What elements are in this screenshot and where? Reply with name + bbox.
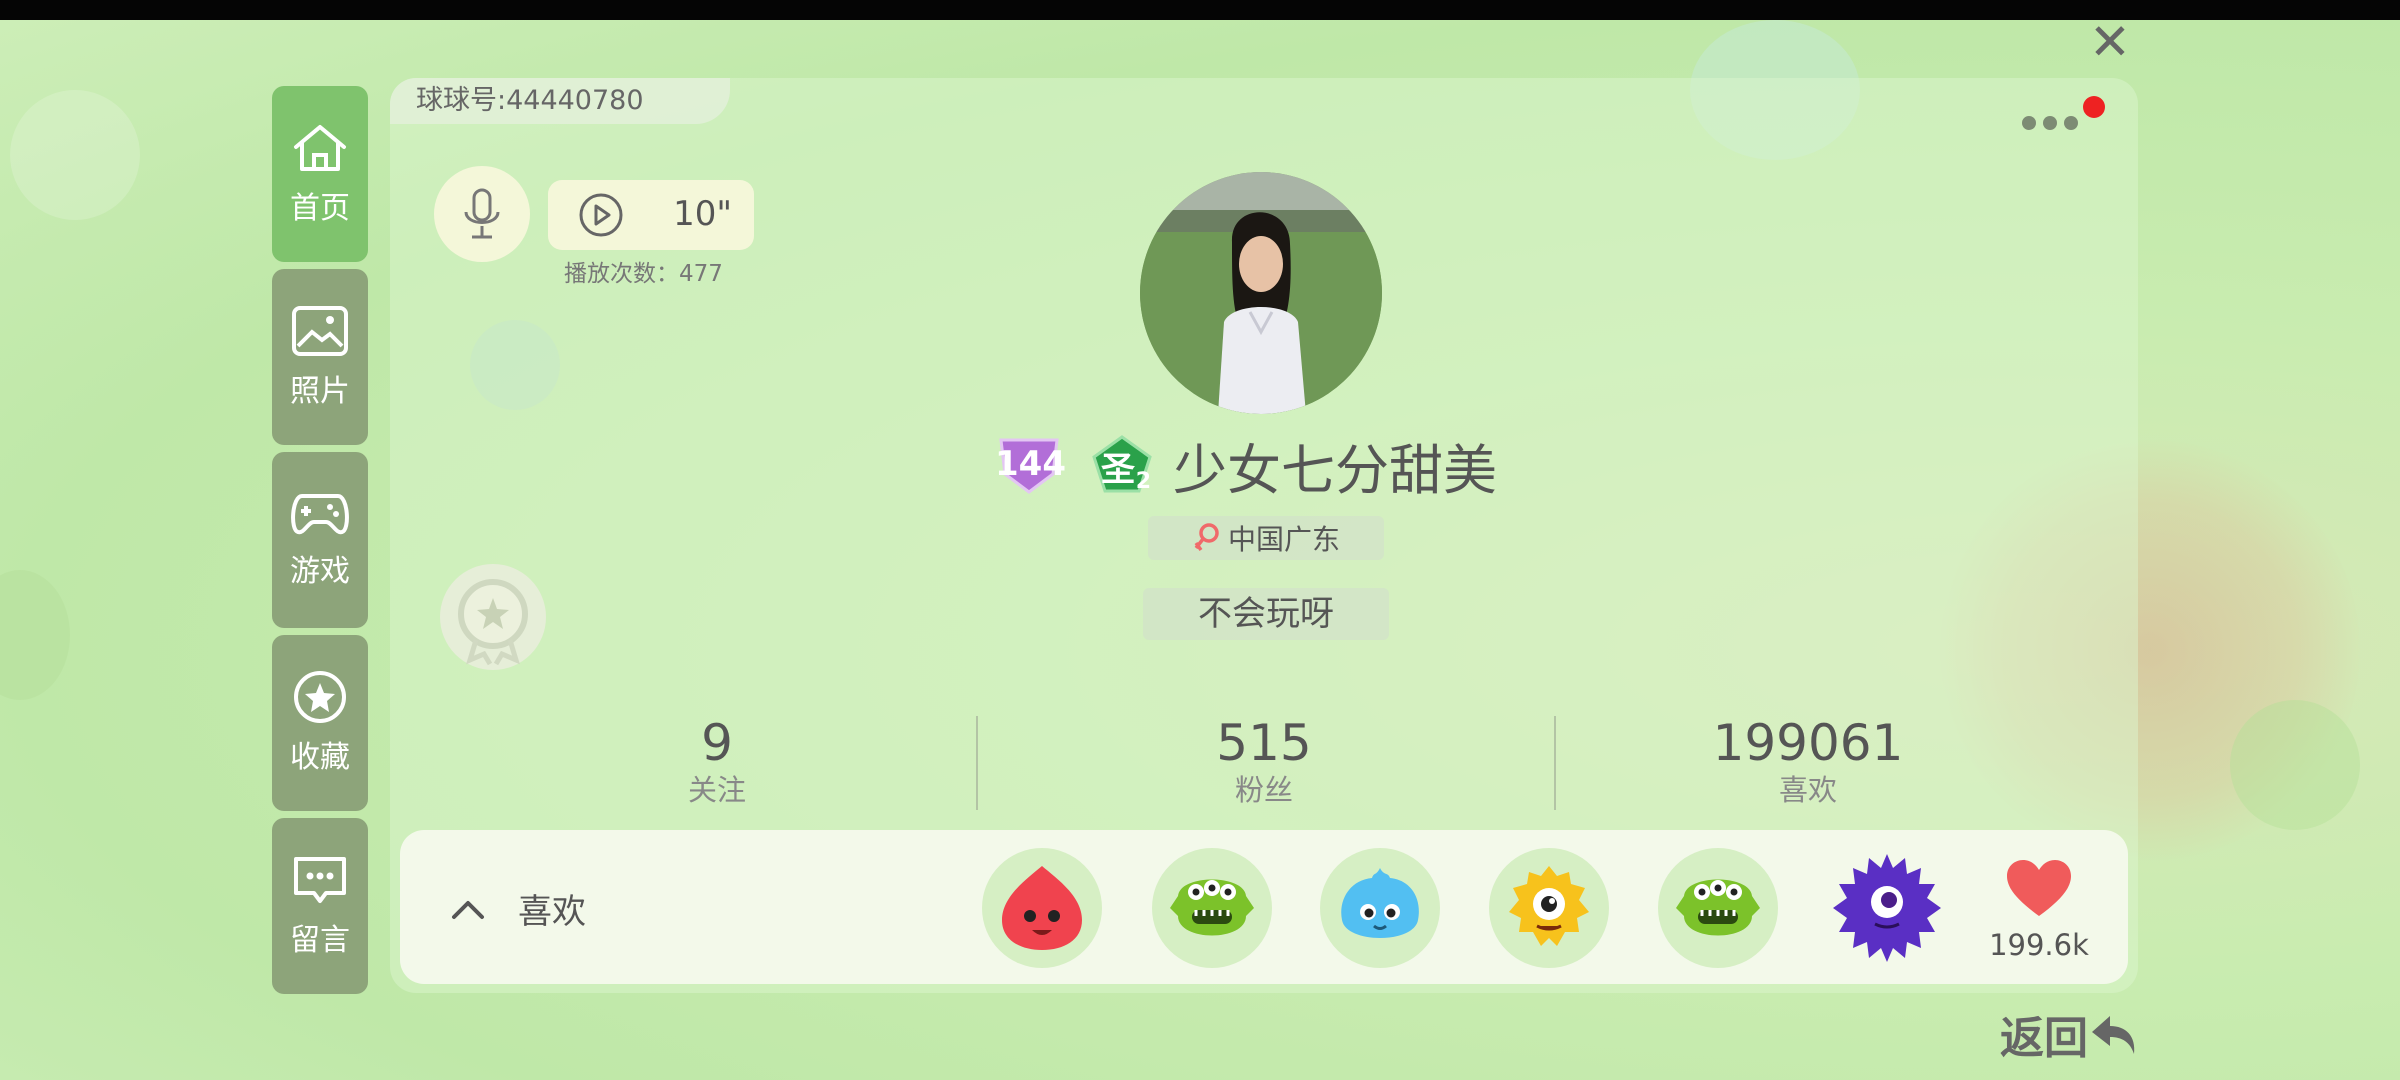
- likes-label: 喜欢: [518, 892, 586, 932]
- more-options-button[interactable]: [2022, 116, 2078, 130]
- avatar[interactable]: [1140, 172, 1382, 414]
- close-button[interactable]: ✕: [2080, 17, 2140, 67]
- sidebar-item-photos[interactable]: 照片: [272, 269, 368, 445]
- sidebar-item-label: 留言: [290, 923, 350, 958]
- likes-toggle[interactable]: 喜欢: [450, 884, 586, 933]
- location-pill: 中国广东: [1148, 516, 1384, 560]
- liker-avatar[interactable]: [982, 848, 1102, 968]
- microphone-icon: [464, 188, 500, 239]
- blue-blob-icon: [1341, 868, 1419, 938]
- voice-play-count: 播放次数：477: [564, 261, 723, 287]
- voice-intro-player[interactable]: 10": [548, 180, 754, 250]
- stat-value: 199061: [1712, 714, 1904, 772]
- notification-dot: [2083, 96, 2105, 118]
- sidebar-item-favorites[interactable]: 收藏: [272, 635, 368, 811]
- stat-following[interactable]: 9 关注: [567, 714, 867, 808]
- voice-record-button[interactable]: [434, 166, 530, 262]
- stat-label: 关注: [687, 773, 746, 807]
- back-button[interactable]: 返回: [2000, 1002, 2140, 1066]
- like-button[interactable]: 199.6k: [1984, 856, 2094, 962]
- stat-value: 515: [1216, 714, 1312, 772]
- message-icon: [294, 857, 346, 903]
- background-bubble: [10, 90, 140, 220]
- medal-icon[interactable]: [440, 564, 546, 670]
- sidebar-item-messages[interactable]: 留言: [272, 818, 368, 994]
- sidebar-item-label: 收藏: [290, 740, 350, 775]
- sidebar-item-games[interactable]: 游戏: [272, 452, 368, 628]
- background-bubble: [0, 570, 70, 700]
- back-label: 返回: [2000, 1013, 2088, 1064]
- liker-avatar[interactable]: [1489, 848, 1609, 968]
- sidebar-item-label: 首页: [290, 191, 350, 226]
- stat-label: 粉丝: [1234, 773, 1293, 807]
- location-text: 中国广东: [1227, 523, 1340, 556]
- username: 少女七分甜美: [1173, 438, 1497, 502]
- play-icon: [579, 193, 623, 237]
- home-icon: [294, 125, 346, 171]
- liker-avatar[interactable]: [1658, 848, 1778, 968]
- chevron-up-icon: [452, 900, 484, 919]
- sidebar: 首页 照片 游戏 收藏 留言: [272, 86, 368, 1001]
- rank-number: 2: [1135, 469, 1151, 494]
- stat-likes[interactable]: 199061 喜欢: [1658, 714, 1958, 808]
- green-monster-icon: [1676, 879, 1760, 936]
- red-blob-icon: [1002, 866, 1082, 950]
- heart-icon: [2007, 860, 2071, 916]
- photo-icon: [292, 306, 348, 356]
- sidebar-item-home[interactable]: 首页: [272, 86, 368, 262]
- voice-duration: 10": [673, 194, 732, 234]
- liker-avatar[interactable]: [1827, 848, 1947, 968]
- purple-spiky-icon: [1833, 854, 1941, 962]
- rank-badge: 圣 2: [1091, 434, 1153, 496]
- rank-char: 圣: [1101, 450, 1135, 490]
- name-row: 144 圣 2 少女七分甜美: [995, 430, 1497, 502]
- stat-divider: [976, 716, 978, 810]
- like-total: 199.6k: [1989, 928, 2089, 962]
- stat-fans[interactable]: 515 粉丝: [1114, 714, 1414, 808]
- sidebar-item-label: 照片: [290, 374, 350, 409]
- sidebar-item-label: 游戏: [290, 554, 350, 589]
- status-bar: [0, 0, 2400, 20]
- stat-divider: [1554, 716, 1556, 810]
- background-bubble: [2230, 700, 2360, 830]
- stat-label: 喜欢: [1778, 773, 1837, 807]
- stat-value: 9: [701, 714, 733, 772]
- gamepad-icon: [291, 494, 349, 535]
- back-arrow-icon: [2092, 1016, 2135, 1054]
- green-monster-icon: [1170, 879, 1254, 936]
- signature-text: 不会玩呀: [1143, 588, 1389, 640]
- yellow-cyclops-icon: [1509, 866, 1589, 946]
- user-id-label: 球球号:44440780: [390, 78, 730, 124]
- level-badge: 144: [995, 434, 1066, 496]
- level-number: 144: [995, 444, 1066, 484]
- liker-avatar[interactable]: [1320, 848, 1440, 968]
- female-gender-icon: [1194, 523, 1219, 552]
- star-icon: [294, 671, 346, 723]
- liker-avatar[interactable]: [1152, 848, 1272, 968]
